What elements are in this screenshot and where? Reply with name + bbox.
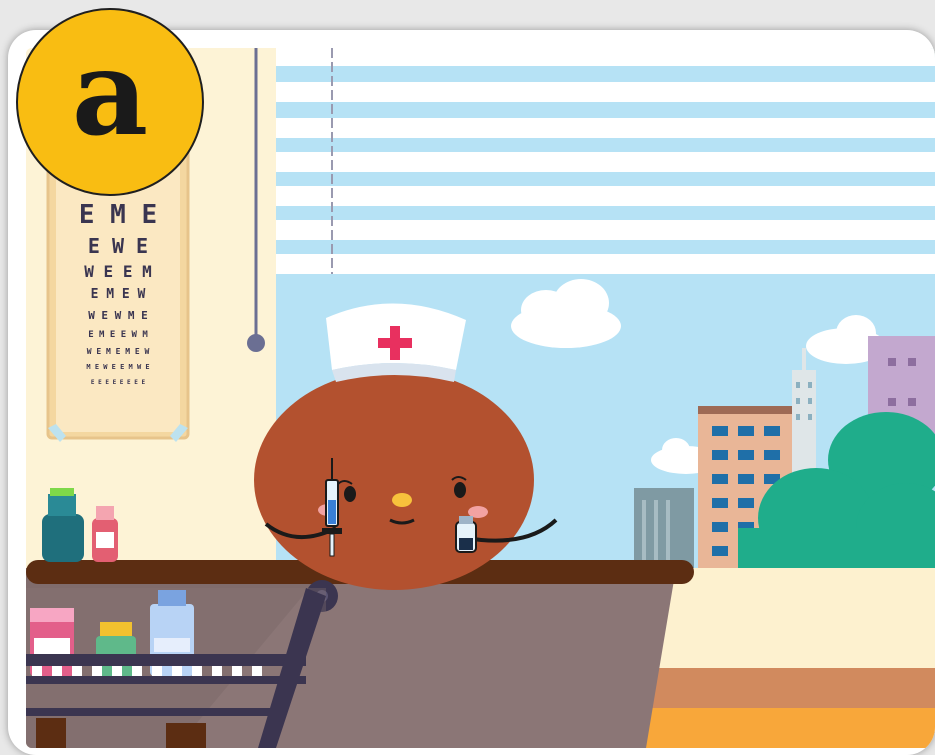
eye-chart-row: W E W M E	[88, 309, 148, 322]
blind-pull-icon[interactable]	[247, 334, 265, 352]
eye-chart-row: E W E	[87, 234, 149, 258]
eye-chart-row: W E E M	[84, 262, 152, 281]
eye-chart-row: E M E E W M	[88, 330, 148, 340]
eye-chart-row: E M E	[78, 200, 158, 230]
eye-chart-row: E E E E E E E E	[90, 379, 146, 386]
badge-letter: a	[71, 23, 149, 162]
medicine-vial-icon	[455, 516, 477, 553]
label-badge: a	[16, 8, 204, 196]
eye-chart-row: E M E W	[90, 287, 146, 302]
medical-cart	[26, 588, 326, 748]
eye-chart-row: M E W E E M W E	[86, 363, 150, 371]
eye-chart-row: W E M E M E W	[86, 347, 150, 356]
eye-chart-letters: E M E E W E W E E M E M E W W E W M E E …	[56, 198, 180, 390]
